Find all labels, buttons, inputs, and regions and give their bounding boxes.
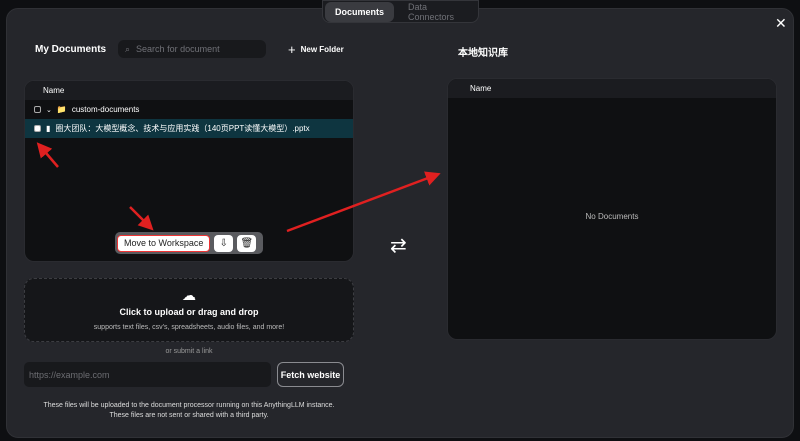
folder-row[interactable]: ⌄ 📁 custom-documents [25,100,353,119]
file-row[interactable]: ▮ 圈大团队：大模型概念、技术与应用实践（140页PPT读懂大模型）.pptx [25,119,353,138]
column-name: Name [448,79,776,98]
cloud-upload-icon: ☁ [182,287,196,303]
trash-icon[interactable]: 🗑 [237,234,257,252]
checkbox[interactable] [34,106,41,113]
selection-actions: Move to Workspace ⇩ 🗑 [115,232,263,254]
search-placeholder: Search for document [136,44,220,54]
folder-name: custom-documents [71,105,140,114]
swap-icon: ⇄ [390,235,407,257]
notice-line-1: These files will be uploaded to the docu… [43,402,335,409]
upload-subtitle: supports text files, csv's, spreadsheets… [93,324,285,331]
file-icon: ▮ [46,124,51,133]
checkbox[interactable] [34,125,41,132]
new-folder-label: New Folder [300,45,344,54]
tab-documents[interactable]: Documents [325,1,395,22]
close-icon[interactable]: ✕ [775,15,787,32]
upload-title: Click to upload or drag and drop [119,307,259,317]
workspace-panel: Name No Documents [447,78,777,340]
upload-notice: These files will be uploaded to the docu… [24,401,354,421]
link-input[interactable]: https://example.com [24,362,271,387]
upload-dropzone[interactable]: ☁ Click to upload or drag and drop suppo… [24,278,354,342]
my-documents-title: My Documents [35,44,107,55]
column-name: Name [25,81,353,100]
move-to-workspace-button[interactable]: Move to Workspace [117,234,211,252]
tab-bar: Documents Data Connectors [322,0,479,23]
tab-data-connectors[interactable]: Data Connectors [398,0,476,27]
chevron-down-icon[interactable]: ⌄ [46,106,52,114]
plus-icon: + [288,42,296,57]
file-name: 圈大团队：大模型概念、技术与应用实践（140页PPT读懂大模型）.pptx [55,124,310,133]
new-folder-button[interactable]: + New Folder [288,42,344,57]
move-folder-icon[interactable]: ⇩ [214,234,234,252]
workspace-title: 本地知识库 [458,48,508,59]
notice-line-2: These files are not sent or shared with … [109,412,269,419]
search-input[interactable]: ⌕ Search for document [118,40,266,58]
folder-icon: 📁 [56,105,67,114]
empty-state: No Documents [585,212,639,221]
search-icon: ⌕ [125,43,131,54]
or-submit-link: or submit a link [165,348,213,355]
fetch-website-button[interactable]: Fetch website [277,362,344,387]
